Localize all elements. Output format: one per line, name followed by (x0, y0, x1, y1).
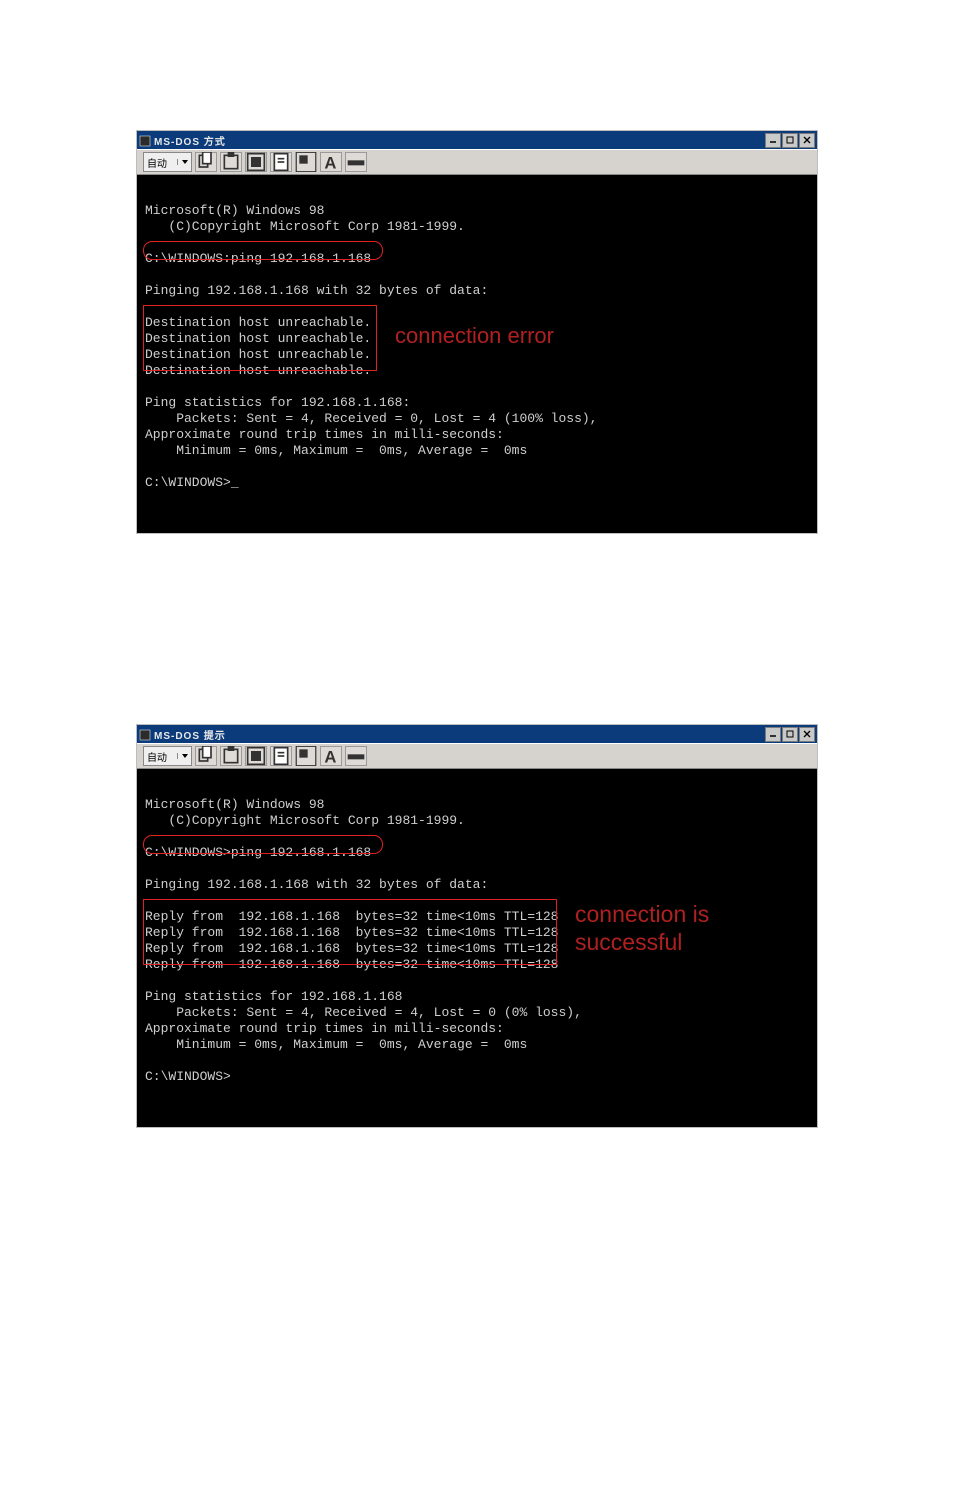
toolbar-button-font[interactable]: A (320, 746, 342, 766)
dropdown-label: 自动 (147, 749, 169, 764)
highlight-output-block (143, 305, 377, 371)
highlight-command (143, 835, 383, 854)
titlebar[interactable]: MS-DOS 方式 (137, 131, 817, 149)
maximize-button[interactable] (782, 727, 798, 742)
highlight-command (143, 241, 383, 260)
toolbar-button-background[interactable] (295, 152, 317, 172)
svg-text:A: A (324, 154, 336, 172)
chevron-down-icon (177, 159, 188, 165)
window-title: MS-DOS 方式 (154, 133, 226, 148)
minimize-button[interactable] (765, 133, 781, 148)
toolbar-button-background[interactable] (295, 746, 317, 766)
fontsize-dropdown[interactable]: 自动 (143, 746, 192, 766)
toolbar-button-paste[interactable] (220, 152, 242, 172)
annotation-success-line2: successful (575, 929, 682, 956)
toolbar-button-fullscreen[interactable] (245, 746, 267, 766)
app-icon (139, 728, 151, 740)
dropdown-label: 自动 (147, 155, 169, 170)
annotation-success-line1: connection is (575, 901, 709, 928)
chevron-down-icon (177, 753, 188, 759)
close-button[interactable] (799, 727, 815, 742)
toolbar-button-mark[interactable] (345, 152, 367, 172)
highlight-output-block (143, 899, 557, 965)
toolbar-button-paste[interactable] (220, 746, 242, 766)
maximize-button[interactable] (782, 133, 798, 148)
toolbar-button-fullscreen[interactable] (245, 152, 267, 172)
close-button[interactable] (799, 133, 815, 148)
toolbar-button-copy[interactable] (195, 746, 217, 766)
app-icon (139, 134, 151, 146)
svg-text:A: A (324, 748, 336, 766)
toolbar-button-properties[interactable] (270, 152, 292, 172)
toolbar-button-copy[interactable] (195, 152, 217, 172)
toolbar-button-font[interactable]: A (320, 152, 342, 172)
fontsize-dropdown[interactable]: 自动 (143, 152, 192, 172)
toolbar-button-mark[interactable] (345, 746, 367, 766)
titlebar[interactable]: MS-DOS 提示 (137, 725, 817, 743)
minimize-button[interactable] (765, 727, 781, 742)
toolbar: 自动 A (137, 743, 817, 769)
annotation-error: connection error (395, 323, 554, 349)
dos-window-error: MS-DOS 方式 自动 A Microsoft(R) Windows 98 (… (136, 130, 818, 534)
window-title: MS-DOS 提示 (154, 727, 226, 742)
dos-window-success: MS-DOS 提示 自动 A Microsoft(R) Windows 98 (… (136, 724, 818, 1128)
toolbar: 自动 A (137, 149, 817, 175)
toolbar-button-properties[interactable] (270, 746, 292, 766)
